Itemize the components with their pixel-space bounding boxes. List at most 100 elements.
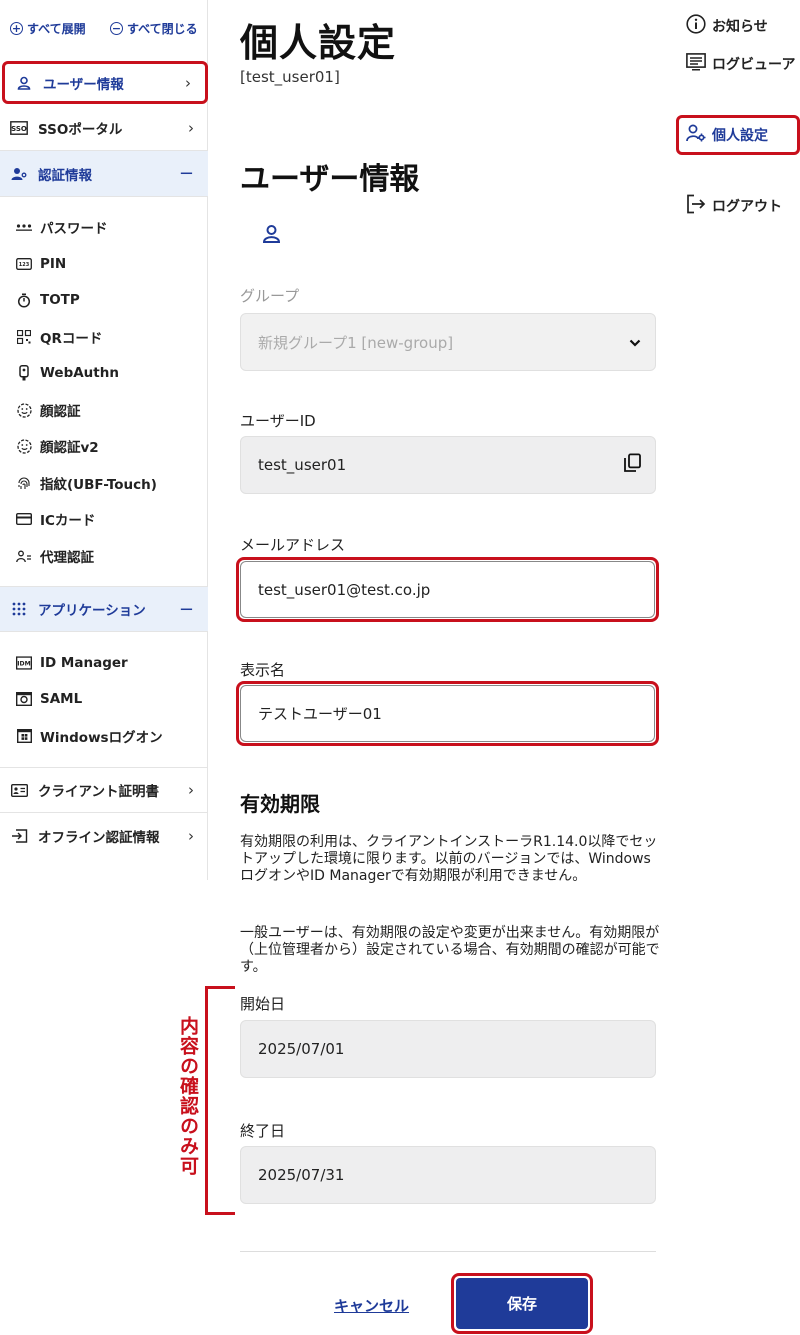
sidebar-item-qr-code[interactable]: QRコード bbox=[0, 322, 208, 352]
user-id-value: test_user01 bbox=[258, 456, 347, 474]
display-name-value: テストユーザー01 bbox=[258, 705, 382, 723]
sidebar-item-label: ID Manager bbox=[40, 655, 128, 671]
page-subtitle: [test_user01] bbox=[240, 68, 340, 86]
sidebar-item-user-info[interactable]: ユーザー情報 › bbox=[2, 61, 208, 104]
sidebar-item-sso-portal[interactable]: SSO SSOポータル › bbox=[0, 105, 208, 151]
sidebar-item-windows-logon[interactable]: Windowsログオン bbox=[0, 721, 208, 751]
expand-collapse-row: + すべて展開 − すべて閉じる bbox=[10, 20, 207, 38]
email-value: test_user01@test.co.jp bbox=[258, 580, 431, 599]
group-label: グループ bbox=[240, 287, 300, 305]
security-key-icon bbox=[16, 365, 32, 381]
nav-logout[interactable]: ログアウト bbox=[686, 194, 782, 218]
sidebar-item-label: TOTP bbox=[40, 292, 80, 308]
sidebar-item-label: WebAuthn bbox=[40, 365, 119, 381]
chevron-right-icon: › bbox=[185, 73, 191, 92]
sidebar-item-label: 指紋(UBF-Touch) bbox=[40, 477, 157, 493]
face-scan-icon bbox=[16, 402, 32, 418]
sidebar-item-label: PIN bbox=[40, 256, 67, 272]
sidebar-item-pin[interactable]: 123 PIN bbox=[0, 249, 208, 279]
windows-icon bbox=[16, 728, 32, 744]
idm-icon: IDM bbox=[16, 655, 32, 671]
sidebar-item-label: SAML bbox=[40, 691, 83, 707]
footer-divider bbox=[240, 1251, 656, 1252]
sso-icon: SSO bbox=[10, 119, 28, 137]
sidebar-item-ic-card[interactable]: ICカード bbox=[0, 504, 208, 534]
expand-all-label: すべて展開 bbox=[27, 22, 86, 36]
validity-title: 有効期限 bbox=[240, 792, 320, 816]
cancel-link[interactable]: キャンセル bbox=[334, 1295, 409, 1316]
sidebar-item-label: クライアント証明書 bbox=[38, 784, 159, 800]
user-key-icon bbox=[10, 165, 28, 183]
chevron-right-icon: › bbox=[188, 781, 194, 799]
sidebar-item-label: SSOポータル bbox=[38, 121, 123, 138]
sidebar-section-auth-info[interactable]: 認証情報 − bbox=[0, 151, 208, 197]
sidebar-item-id-manager[interactable]: IDM ID Manager bbox=[0, 648, 208, 678]
chevron-down-icon bbox=[629, 333, 641, 351]
sidebar-item-label: アプリケーション bbox=[38, 603, 146, 619]
sidebar-item-label: ユーザー情報 bbox=[43, 76, 124, 93]
info-icon bbox=[686, 14, 706, 38]
validity-note-2: 一般ユーザーは、有効期限の設定や変更が出来ません。有効期限が（上位管理者から）設… bbox=[240, 925, 660, 975]
sidebar-item-label: 顔認証 bbox=[40, 404, 81, 420]
svg-text:SSO: SSO bbox=[11, 125, 27, 133]
nav-personal-settings[interactable]: 個人設定 bbox=[686, 124, 768, 146]
sidebar-item-label: Windowsログオン bbox=[40, 730, 163, 746]
sidebar-item-password[interactable]: パスワード bbox=[0, 212, 208, 242]
nav-news-label: お知らせ bbox=[712, 19, 768, 35]
nav-log-viewer[interactable]: ログビューア bbox=[686, 53, 795, 75]
display-name-label: 表示名 bbox=[240, 661, 286, 679]
chevron-right-icon: › bbox=[188, 118, 194, 137]
sidebar-item-offline-auth[interactable]: オフライン認証情報 › bbox=[0, 813, 208, 859]
fingerprint-icon bbox=[16, 475, 32, 491]
chevron-right-icon: › bbox=[188, 827, 194, 845]
group-select[interactable]: 新規グループ1 [new-group] bbox=[240, 313, 656, 371]
plus-circle-icon: + bbox=[10, 22, 23, 35]
end-date-label: 終了日 bbox=[240, 1122, 286, 1140]
validity-note-1: 有効期限の利用は、クライアントインストーラR1.14.0以降でセットアップした環… bbox=[240, 834, 658, 884]
logout-icon bbox=[686, 194, 706, 218]
saml-icon bbox=[16, 691, 32, 707]
group-select-value: 新規グループ1 [new-group] bbox=[258, 333, 454, 352]
user-id-field: test_user01 bbox=[240, 436, 656, 494]
sidebar: + すべて展開 − すべて閉じる ユーザー情報 › SSO SSOポータル › … bbox=[0, 0, 208, 880]
card-icon bbox=[16, 511, 32, 527]
sidebar-item-fingerprint[interactable]: 指紋(UBF-Touch) bbox=[0, 468, 208, 498]
sidebar-section-applications[interactable]: アプリケーション − bbox=[0, 586, 208, 632]
read-only-annotation: 内容の確認のみ可 bbox=[177, 1016, 199, 1176]
user-id-label: ユーザーID bbox=[240, 412, 316, 430]
user-avatar-icon bbox=[262, 224, 281, 247]
sidebar-item-label: パスワード bbox=[40, 221, 108, 237]
svg-text:IDM: IDM bbox=[17, 661, 30, 668]
sidebar-item-label: ICカード bbox=[40, 513, 96, 529]
svg-text:123: 123 bbox=[19, 262, 30, 268]
sidebar-item-label: オフライン認証情報 bbox=[38, 830, 160, 846]
section-title: ユーザー情報 bbox=[240, 162, 420, 197]
start-date-field: 2025/07/01 bbox=[240, 1020, 656, 1078]
offline-login-icon bbox=[10, 827, 28, 845]
sidebar-item-face-auth[interactable]: 顔認証 bbox=[0, 395, 208, 425]
sidebar-item-saml[interactable]: SAML bbox=[0, 684, 208, 714]
pin-keypad-icon: 123 bbox=[16, 256, 32, 272]
stopwatch-icon bbox=[16, 292, 32, 308]
face-scan-v2-icon bbox=[16, 438, 32, 454]
display-name-field[interactable]: テストユーザー01 bbox=[240, 685, 655, 742]
expand-all-button[interactable]: + すべて展開 bbox=[10, 20, 86, 37]
end-date-field: 2025/07/31 bbox=[240, 1146, 656, 1204]
nav-news[interactable]: お知らせ bbox=[686, 14, 768, 38]
sidebar-item-client-cert[interactable]: クライアント証明書 › bbox=[0, 767, 208, 813]
user-gear-icon bbox=[686, 124, 706, 146]
nav-log-viewer-label: ログビューア bbox=[712, 57, 796, 73]
copy-icon[interactable] bbox=[624, 453, 641, 477]
email-field[interactable]: test_user01@test.co.jp bbox=[240, 561, 655, 618]
password-dots-icon bbox=[16, 219, 32, 235]
save-button[interactable]: 保存 bbox=[456, 1278, 588, 1329]
sidebar-item-webauthn[interactable]: WebAuthn bbox=[0, 358, 208, 388]
qr-code-icon bbox=[16, 329, 32, 345]
proxy-users-icon bbox=[16, 548, 32, 564]
sidebar-item-label: 認証情報 bbox=[38, 167, 92, 184]
read-only-bracket bbox=[205, 986, 235, 1215]
sidebar-item-totp[interactable]: TOTP bbox=[0, 285, 208, 315]
collapse-all-button[interactable]: − すべて閉じる bbox=[110, 20, 198, 37]
sidebar-item-face-auth-v2[interactable]: 顔認証v2 bbox=[0, 431, 208, 461]
sidebar-item-proxy-auth[interactable]: 代理認証 bbox=[0, 541, 208, 571]
